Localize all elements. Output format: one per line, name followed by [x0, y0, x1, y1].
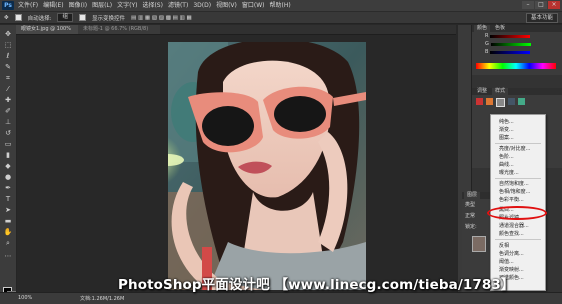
close-button[interactable]: ×: [548, 1, 560, 9]
menu-help[interactable]: 帮助(H): [270, 0, 291, 11]
options-bar: ✥ 自动选择: 组 显示变换控件 ▤ ▥ ▦ ▧ ▨ ▩ ▤ ▥ ▦: [0, 12, 562, 24]
status-bar: 100% 文档:1.26M/1.26M: [0, 292, 562, 304]
show-transform-checkbox[interactable]: [78, 14, 86, 21]
zoom-level[interactable]: 100%: [18, 295, 32, 301]
maximize-button[interactable]: □: [535, 1, 547, 9]
style-swatch[interactable]: [476, 98, 483, 105]
menu-item-hue-saturation[interactable]: 色相/饱和度...: [499, 189, 530, 195]
tab-adjustments[interactable]: 调整: [474, 88, 490, 95]
document-tab-bar: 眼镜女1.jpg @ 100% (RGB/8) 未标题-1 @ 66.7% (R…: [16, 25, 456, 41]
b-label: B: [485, 49, 489, 55]
photoshop-logo: Ps: [2, 1, 14, 10]
auto-select-label: 自动选择:: [27, 15, 52, 22]
g-label: G: [485, 41, 489, 47]
menu-edit[interactable]: 编辑(E): [43, 0, 63, 11]
tools-panel: ✥ ⬚ ℓ ✎ ⌗ ⁄ ✚ ✐ ⊥ ↺ ▭ ▮ ◆ ● ✒ T ➤ ▬ ✋ ⌕ …: [0, 25, 17, 300]
menu-layer[interactable]: 图层(L): [92, 0, 112, 11]
quick-select-tool-icon[interactable]: ✎: [3, 62, 13, 72]
highlight-annotation: [487, 206, 547, 220]
tab-swatches[interactable]: 色板: [492, 25, 508, 32]
menu-item-curves[interactable]: 曲线...: [499, 162, 514, 168]
menu-item-channel-mixer[interactable]: 通道混合器...: [499, 223, 529, 229]
menu-type[interactable]: 文字(Y): [117, 0, 137, 11]
b-slider[interactable]: [490, 50, 531, 54]
color-panel: 颜色 色板 R G B: [472, 25, 562, 75]
menu-window[interactable]: 窗口(W): [242, 0, 265, 11]
type-tool-icon[interactable]: T: [3, 194, 13, 204]
adjustment-icons: [476, 98, 525, 107]
zoom-tool-icon[interactable]: ⌕: [3, 238, 13, 248]
style-swatch[interactable]: [508, 98, 515, 105]
menu-item-color-balance[interactable]: 色彩平衡...: [499, 197, 524, 203]
menu-item-vibrance[interactable]: 自然饱和度...: [499, 181, 529, 187]
photo-woman-sunglasses: [168, 42, 366, 290]
menu-file[interactable]: 文件(F): [18, 0, 38, 11]
show-transform-label: 显示变换控件: [91, 15, 125, 22]
tab-layers[interactable]: 图层: [464, 192, 481, 199]
menu-item-pattern[interactable]: 图案...: [499, 135, 514, 141]
menu-item-invert[interactable]: 反相: [499, 243, 509, 249]
lasso-tool-icon[interactable]: ℓ: [3, 51, 13, 61]
hand-tool-icon[interactable]: ✋: [3, 227, 13, 237]
watermark-text: PhotoShop平面设计吧 【www.linecg.com/tieba/178…: [118, 277, 515, 293]
path-select-tool-icon[interactable]: ➤: [3, 205, 13, 215]
layer-thumbnail[interactable]: [472, 236, 486, 252]
adjustment-context-menu: 纯色... 渐变... 图案... 亮度/对比度... 色阶... 曲线... …: [490, 114, 546, 291]
align-icons[interactable]: ▤ ▥ ▦ ▧ ▨ ▩ ▤ ▥ ▦: [131, 15, 192, 21]
g-slider[interactable]: [490, 42, 531, 46]
menu-item-gradient[interactable]: 渐变...: [499, 127, 514, 133]
blur-tool-icon[interactable]: ◆: [3, 161, 13, 171]
gradient-tool-icon[interactable]: ▮: [3, 150, 13, 160]
workspace-select[interactable]: 基本功能: [525, 13, 558, 23]
menu-separator: [495, 143, 541, 144]
menu-item-posterize[interactable]: 色调分离...: [499, 251, 524, 257]
brush-tool-icon[interactable]: ✐: [3, 106, 13, 116]
menu-item-brightness-contrast[interactable]: 亮度/对比度...: [499, 146, 530, 152]
stamp-tool-icon[interactable]: ⊥: [3, 117, 13, 127]
menu-3d[interactable]: 3D(D): [193, 0, 211, 11]
document-info: 文档:1.26M/1.26M: [80, 296, 125, 302]
marquee-tool-icon[interactable]: ⬚: [3, 40, 13, 50]
minimize-button[interactable]: –: [522, 1, 534, 9]
document-image[interactable]: [168, 42, 366, 290]
shape-tool-icon[interactable]: ▬: [3, 216, 13, 226]
healing-tool-icon[interactable]: ✚: [3, 95, 13, 105]
auto-select-checkbox[interactable]: [14, 14, 22, 21]
pen-tool-icon[interactable]: ✒: [3, 183, 13, 193]
menu-image[interactable]: 图像(I): [69, 0, 87, 11]
menu-items: 文件(F) 编辑(E) 图像(I) 图层(L) 文字(Y) 选择(S) 滤镜(T…: [18, 0, 291, 11]
history-brush-tool-icon[interactable]: ↺: [3, 128, 13, 138]
menu-item-solid-color[interactable]: 纯色...: [499, 119, 514, 125]
tab-styles[interactable]: 样式: [492, 88, 509, 95]
menu-bar: Ps 文件(F) 编辑(E) 图像(I) 图层(L) 文字(Y) 选择(S) 滤…: [0, 0, 562, 12]
menu-view[interactable]: 视图(V): [216, 0, 237, 11]
style-swatch[interactable]: [518, 98, 525, 105]
menu-item-levels[interactable]: 色阶...: [499, 154, 514, 160]
window-controls: – □ ×: [522, 1, 560, 9]
eraser-tool-icon[interactable]: ▭: [3, 139, 13, 149]
style-swatch[interactable]: [486, 98, 493, 105]
menu-separator: [495, 178, 541, 179]
r-slider[interactable]: [490, 34, 531, 38]
menu-item-exposure[interactable]: 曝光度...: [499, 170, 519, 176]
menu-filter[interactable]: 滤镜(T): [168, 0, 188, 11]
crop-tool-icon[interactable]: ⌗: [3, 73, 13, 83]
auto-select-dropdown[interactable]: 组: [57, 13, 73, 22]
document-tab[interactable]: 未标题-1 @ 66.7% (RGB/8): [78, 25, 160, 34]
menu-select[interactable]: 选择(S): [142, 0, 163, 11]
eyedropper-tool-icon[interactable]: ⁄: [3, 84, 13, 94]
edit-toolbar-icon[interactable]: ⋯: [3, 251, 13, 261]
style-swatch[interactable]: [496, 98, 505, 107]
menu-item-threshold[interactable]: 阈值...: [499, 259, 514, 265]
tab-color[interactable]: 颜色: [474, 25, 491, 32]
document-tab[interactable]: 眼镜女1.jpg @ 100% (RGB/8): [16, 25, 86, 41]
menu-item-color-lookup[interactable]: 颜色查找...: [499, 231, 524, 237]
move-tool-icon: ✥: [4, 14, 9, 21]
r-label: R: [485, 33, 489, 39]
move-tool-icon[interactable]: ✥: [3, 29, 13, 39]
menu-separator: [495, 239, 541, 240]
dodge-tool-icon[interactable]: ●: [3, 172, 13, 182]
color-spectrum[interactable]: [476, 63, 556, 69]
